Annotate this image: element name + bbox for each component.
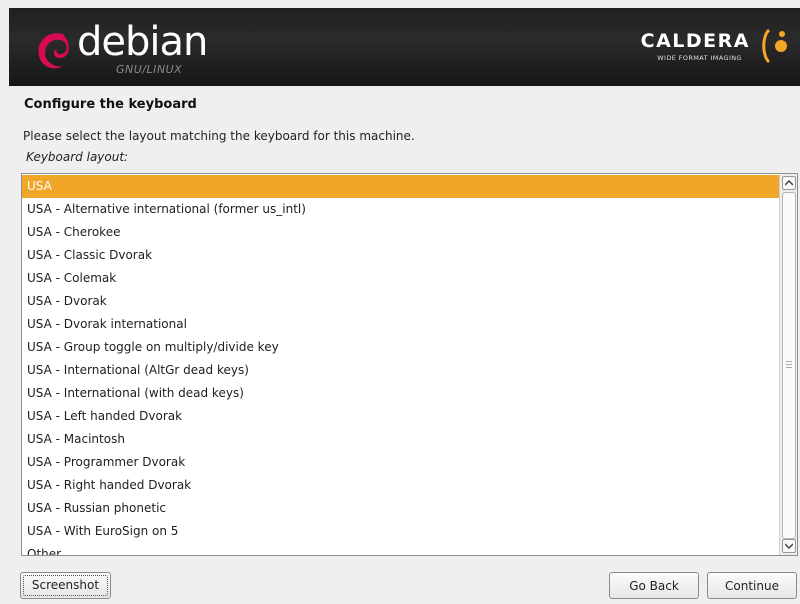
debian-logo: debian GNU/LINUX bbox=[33, 20, 208, 80]
keyboard-layout-option[interactable]: USA - Dvorak bbox=[22, 290, 779, 313]
vertical-scrollbar[interactable] bbox=[779, 174, 797, 555]
keyboard-layout-option[interactable]: USA - Colemak bbox=[22, 267, 779, 290]
keyboard-layout-option[interactable]: USA - Right handed Dvorak bbox=[22, 474, 779, 497]
continue-button[interactable]: Continue bbox=[707, 572, 797, 599]
keyboard-layout-option[interactable]: USA - Macintosh bbox=[22, 428, 779, 451]
keyboard-layout-option[interactable]: USA - Russian phonetic bbox=[22, 497, 779, 520]
keyboard-layout-option[interactable]: USA - International (AltGr dead keys) bbox=[22, 359, 779, 382]
keyboard-layout-option[interactable]: USA - Alternative international (former … bbox=[22, 198, 779, 221]
scrollbar-thumb[interactable] bbox=[782, 192, 796, 539]
keyboard-layout-option[interactable]: USA - Programmer Dvorak bbox=[22, 451, 779, 474]
keyboard-layout-option[interactable]: USA - With EuroSign on 5 bbox=[22, 520, 779, 543]
scroll-up-button[interactable] bbox=[782, 176, 796, 190]
caldera-logo-subtext: WIDE FORMAT IMAGING bbox=[657, 54, 742, 62]
keyboard-layout-option[interactable]: USA - Cherokee bbox=[22, 221, 779, 244]
header-banner: debian GNU/LINUX CALDERA WIDE FORMAT IMA… bbox=[9, 8, 800, 86]
debian-logo-text: debian bbox=[77, 19, 208, 65]
keyboard-layout-option[interactable]: USA - Dvorak international bbox=[22, 313, 779, 336]
screenshot-button-label: Screenshot bbox=[23, 575, 108, 596]
page-title: Configure the keyboard bbox=[24, 97, 197, 112]
debian-swirl-icon bbox=[38, 33, 69, 69]
keyboard-layout-option[interactable]: USA - International (with dead keys) bbox=[22, 382, 779, 405]
keyboard-layout-option[interactable]: USA bbox=[22, 175, 779, 198]
chevron-up-icon bbox=[785, 180, 793, 186]
caldera-logo-text: CALDERA bbox=[640, 30, 750, 52]
keyboard-layout-option[interactable]: USA - Left handed Dvorak bbox=[22, 405, 779, 428]
screenshot-button[interactable]: Screenshot bbox=[20, 572, 111, 599]
caldera-logo: CALDERA WIDE FORMAT IMAGING bbox=[620, 24, 800, 70]
keyboard-layout-option[interactable]: Other bbox=[22, 543, 779, 555]
keyboard-layout-option[interactable]: USA - Classic Dvorak bbox=[22, 244, 779, 267]
keyboard-layout-option[interactable]: USA - Group toggle on multiply/divide ke… bbox=[22, 336, 779, 359]
keyboard-layout-rows: USA USA - Alternative international (form… bbox=[22, 175, 779, 555]
debian-logo-subtext: GNU/LINUX bbox=[116, 63, 183, 76]
go-back-button[interactable]: Go Back bbox=[609, 572, 699, 599]
scroll-down-button[interactable] bbox=[782, 539, 796, 553]
keyboard-layout-list[interactable]: USA USA - Alternative international (form… bbox=[21, 173, 798, 556]
caldera-mark-icon bbox=[762, 28, 787, 64]
keyboard-layout-label: Keyboard layout: bbox=[26, 150, 129, 164]
grip-icon bbox=[786, 361, 792, 368]
page-description: Please select the layout matching the ke… bbox=[23, 129, 415, 143]
chevron-down-icon bbox=[785, 543, 793, 549]
